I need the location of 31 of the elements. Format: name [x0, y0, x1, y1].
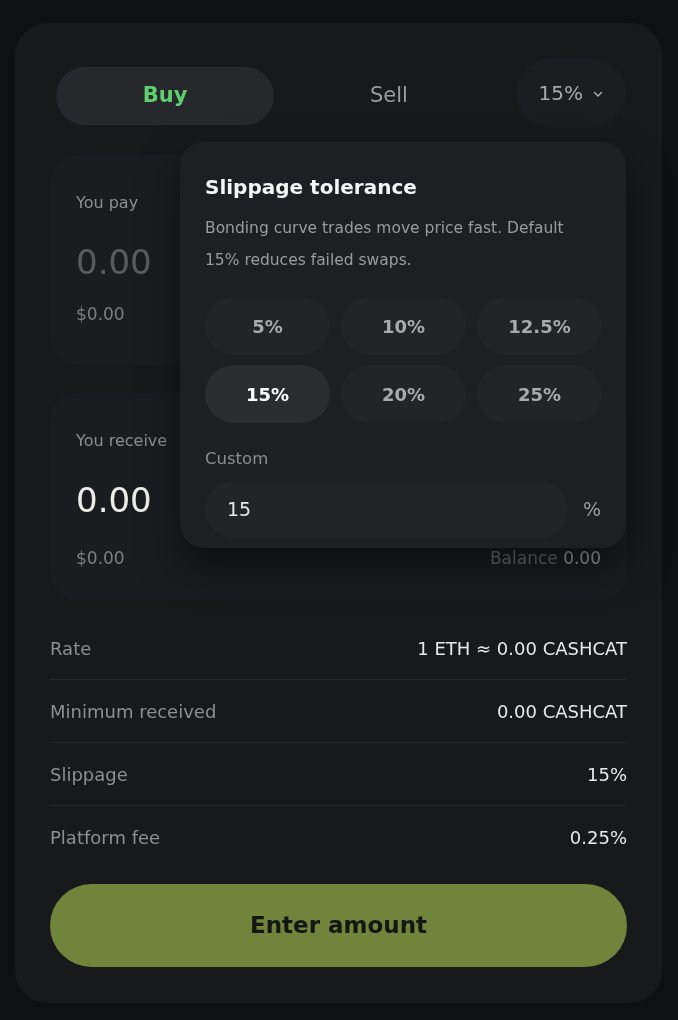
slippage-option[interactable]: 20% — [341, 365, 466, 423]
popover-description: Bonding curve trades move price fast. Default 15% reduces failed swaps. — [205, 218, 565, 271]
usd-value: $0.00 — [76, 547, 125, 570]
amount-value: 0.00 — [76, 479, 152, 522]
custom-slippage-field[interactable]: 15 — [205, 480, 568, 538]
detail-label: Minimum received — [50, 699, 217, 724]
popover-title: Slippage tolerance — [205, 174, 418, 201]
tab[interactable]: Sell — [280, 66, 498, 125]
slippage-option[interactable]: 12.5% — [477, 297, 602, 355]
detail-label: Rate — [50, 636, 92, 661]
detail-label: Platform fee — [50, 826, 161, 850]
slippage-option[interactable]: 5% — [205, 297, 330, 355]
slippage-option[interactable]: 15% — [205, 365, 330, 423]
tab[interactable]: Buy — [56, 66, 274, 125]
detail-label: Slippage — [50, 762, 128, 787]
detail-value: 1 ETH ≈ 0.00 CASHCAT — [417, 636, 627, 661]
slippage-option[interactable]: 10% — [341, 297, 466, 355]
detail-value: 15% — [587, 762, 627, 787]
slippage-option[interactable]: 25% — [477, 365, 602, 423]
percent-unit: % — [582, 497, 601, 522]
custom-label: Custom — [205, 448, 270, 470]
amount-label: You receive — [76, 430, 169, 452]
enter-amount-button[interactable]: Enter amount — [50, 884, 627, 967]
balance-text: Balance 0.00 — [489, 547, 601, 570]
detail-value: 0.25% — [569, 826, 627, 850]
amount-value: 0.00 — [76, 241, 152, 284]
slippage-dropdown[interactable]: 15% — [516, 59, 626, 127]
amount-label: You pay — [76, 192, 140, 214]
detail-value: 0.00 CASHCAT — [496, 699, 627, 724]
chevron-down-icon — [593, 91, 604, 98]
usd-value: $0.00 — [76, 303, 125, 326]
